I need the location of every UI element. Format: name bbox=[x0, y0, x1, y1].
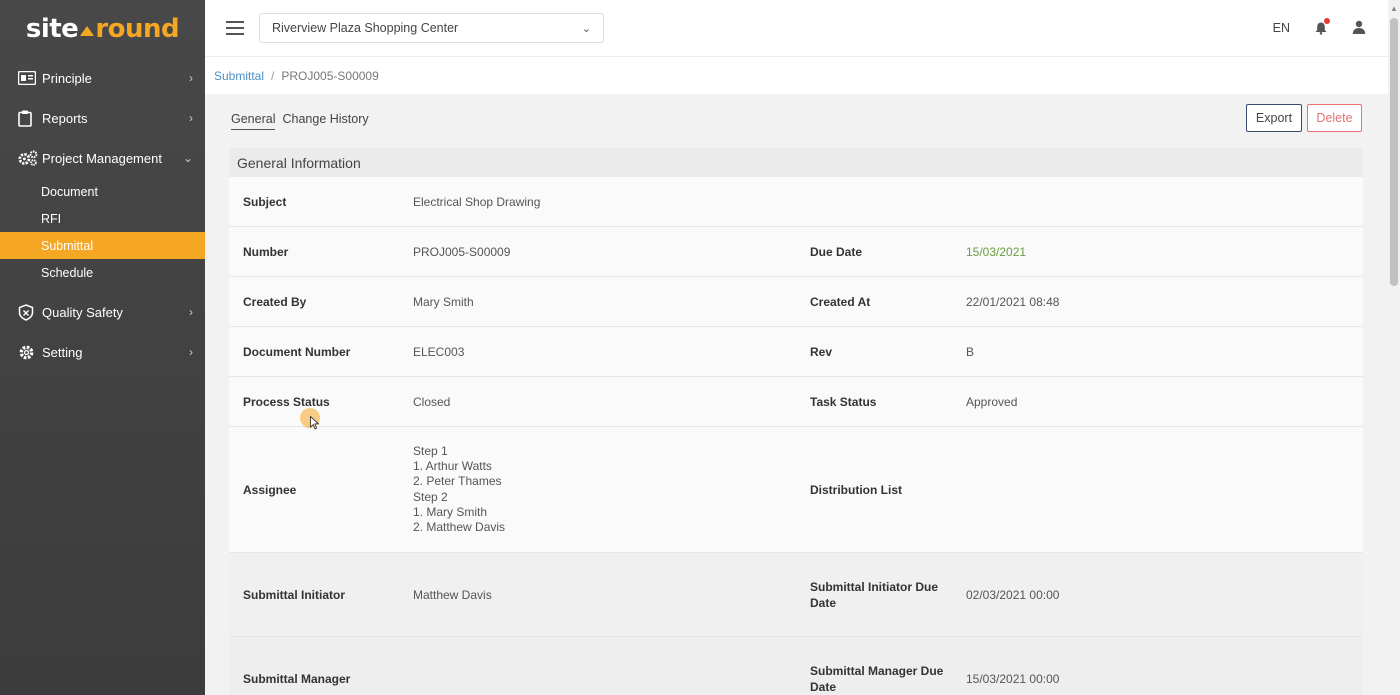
detail-row: Document Number ELEC003 Rev B bbox=[229, 327, 1363, 377]
sidebar-subitem-label: RFI bbox=[41, 211, 62, 226]
rev-value: B bbox=[966, 344, 975, 359]
chevron-down-icon: ⌄ bbox=[182, 151, 193, 165]
page-scrollbar[interactable]: ▲ bbox=[1388, 0, 1400, 695]
tab-bar: General Change History bbox=[231, 112, 369, 130]
due-date-value: 15/03/2021 bbox=[966, 244, 1027, 259]
task-status-value: Approved bbox=[966, 394, 1018, 409]
assignee-line: 2. Peter Thames bbox=[413, 474, 502, 489]
delete-button[interactable]: Delete bbox=[1307, 104, 1362, 132]
project-select-value: Riverview Plaza Shopping Center bbox=[272, 21, 459, 35]
breadcrumb-separator: / bbox=[271, 68, 275, 83]
manager-due-value: 15/03/2021 00:00 bbox=[966, 671, 1060, 686]
field-label: Due Date bbox=[810, 244, 863, 259]
sidebar-subitem-schedule[interactable]: Schedule bbox=[0, 259, 205, 286]
breadcrumb-link-submittal[interactable]: Submittal bbox=[214, 69, 264, 83]
assignee-line: 1. Mary Smith bbox=[413, 504, 488, 519]
detail-row: Process Status Closed Task Status Approv… bbox=[229, 377, 1363, 427]
chevron-right-icon: › bbox=[189, 345, 193, 359]
mouse-cursor-icon bbox=[310, 416, 320, 430]
detail-row: Subject Electrical Shop Drawing bbox=[229, 177, 1363, 227]
initiator-due-value: 02/03/2021 00:00 bbox=[966, 587, 1060, 602]
sidebar-item-label: Setting bbox=[42, 344, 83, 360]
tab-general[interactable]: General bbox=[231, 112, 276, 130]
field-label: Number bbox=[243, 244, 289, 259]
created-by-value: Mary Smith bbox=[413, 294, 474, 309]
chevron-right-icon: › bbox=[189, 305, 193, 319]
field-label: Submittal Manager Due Date bbox=[810, 663, 944, 694]
sidebar-item-label: Quality Safety bbox=[42, 304, 123, 320]
assignee-line: Step 2 bbox=[413, 489, 448, 504]
field-label: Created At bbox=[810, 294, 871, 309]
export-button[interactable]: Export bbox=[1246, 104, 1302, 132]
field-label: Distribution List bbox=[810, 482, 902, 497]
sidebar-subitem-label: Schedule bbox=[41, 265, 94, 280]
section-title: General Information bbox=[229, 148, 1363, 177]
sidebar-subitem-label: Document bbox=[41, 184, 98, 199]
sidebar-item-label: Reports bbox=[42, 110, 88, 126]
chevron-right-icon: › bbox=[189, 111, 193, 125]
detail-row: Submittal Manager Submittal Manager Due … bbox=[229, 637, 1363, 695]
field-label: Subject bbox=[243, 194, 287, 209]
tab-change-history[interactable]: Change History bbox=[282, 112, 368, 130]
sidebar: site round Principle › Reports › Project … bbox=[0, 0, 205, 695]
assignee-list: Step 1 1. Arthur Watts 2. Peter Thames S… bbox=[399, 444, 796, 536]
initiator-value: Matthew Davis bbox=[413, 587, 492, 602]
scroll-up-arrow-icon[interactable]: ▲ bbox=[1390, 4, 1398, 13]
assignee-line: Step 1 bbox=[413, 443, 448, 458]
chevron-down-icon: ⌄ bbox=[581, 22, 591, 35]
sidebar-item-reports[interactable]: Reports › bbox=[0, 98, 205, 138]
detail-row: Created By Mary Smith Created At 22/01/2… bbox=[229, 277, 1363, 327]
siteround-logo[interactable]: site round bbox=[0, 0, 205, 58]
sidebar-subitem-label: Submittal bbox=[41, 238, 94, 253]
sidebar-subitem-submittal[interactable]: Submittal bbox=[0, 232, 205, 259]
sidebar-item-label: Principle bbox=[42, 70, 92, 86]
sidebar-subitem-rfi[interactable]: RFI bbox=[0, 205, 205, 232]
logo-text-round: round bbox=[95, 14, 180, 44]
detail-row: Number PROJ005-S00009 Due Date 15/03/202… bbox=[229, 227, 1363, 277]
sidebar-subitem-document[interactable]: Document bbox=[0, 178, 205, 205]
field-label: Task Status bbox=[810, 394, 877, 409]
top-header: Riverview Plaza Shopping Center ⌄ EN bbox=[205, 0, 1400, 56]
field-label: Document Number bbox=[243, 344, 351, 359]
field-label: Process Status bbox=[243, 394, 330, 409]
sidebar-item-quality-safety[interactable]: Quality Safety › bbox=[0, 292, 205, 332]
field-label: Submittal Manager bbox=[243, 671, 351, 686]
detail-row: Submittal Initiator Matthew Davis Submit… bbox=[229, 553, 1363, 637]
process-status-value: Closed bbox=[413, 394, 451, 409]
clipboard-icon bbox=[18, 109, 38, 127]
gears-icon bbox=[18, 149, 38, 167]
assignee-line: 2. Matthew Davis bbox=[413, 520, 506, 535]
sidebar-item-principle[interactable]: Principle › bbox=[0, 58, 205, 98]
logo-text-site: site bbox=[25, 14, 79, 44]
project-select[interactable]: Riverview Plaza Shopping Center ⌄ bbox=[259, 13, 604, 43]
subject-value: Electrical Shop Drawing bbox=[413, 194, 541, 209]
hamburger-menu-icon[interactable] bbox=[226, 21, 244, 35]
gear-icon bbox=[18, 343, 38, 361]
sidebar-item-project-management[interactable]: Project Management ⌄ bbox=[0, 138, 205, 178]
created-at-value: 22/01/2021 08:48 bbox=[966, 294, 1060, 309]
chevron-right-icon: › bbox=[189, 71, 193, 85]
breadcrumb: Submittal / PROJ005-S00009 bbox=[205, 56, 1388, 94]
logo-triangle-icon bbox=[80, 26, 95, 36]
field-label: Rev bbox=[810, 344, 833, 359]
id-card-icon bbox=[18, 69, 38, 87]
scrollbar-thumb[interactable] bbox=[1390, 18, 1398, 286]
notification-bell-icon[interactable] bbox=[1314, 18, 1330, 35]
shield-icon bbox=[18, 303, 38, 321]
breadcrumb-current: PROJ005-S00009 bbox=[281, 68, 379, 83]
field-label: Created By bbox=[243, 294, 307, 309]
number-value: PROJ005-S00009 bbox=[413, 244, 511, 259]
language-switch[interactable]: EN bbox=[1273, 21, 1290, 35]
assignee-line: 1. Arthur Watts bbox=[413, 458, 492, 473]
field-label: Submittal Initiator Due Date bbox=[810, 579, 939, 610]
user-profile-icon[interactable] bbox=[1352, 20, 1366, 37]
sidebar-item-label: Project Management bbox=[42, 150, 162, 166]
field-label: Assignee bbox=[243, 482, 297, 497]
detail-row: Assignee Step 1 1. Arthur Watts 2. Peter… bbox=[229, 427, 1363, 553]
sidebar-item-setting[interactable]: Setting › bbox=[0, 332, 205, 372]
notification-dot bbox=[1324, 18, 1330, 24]
general-information-card: General Information Subject Electrical S… bbox=[229, 148, 1363, 695]
document-number-value: ELEC003 bbox=[413, 344, 465, 359]
field-label: Submittal Initiator bbox=[243, 587, 345, 602]
